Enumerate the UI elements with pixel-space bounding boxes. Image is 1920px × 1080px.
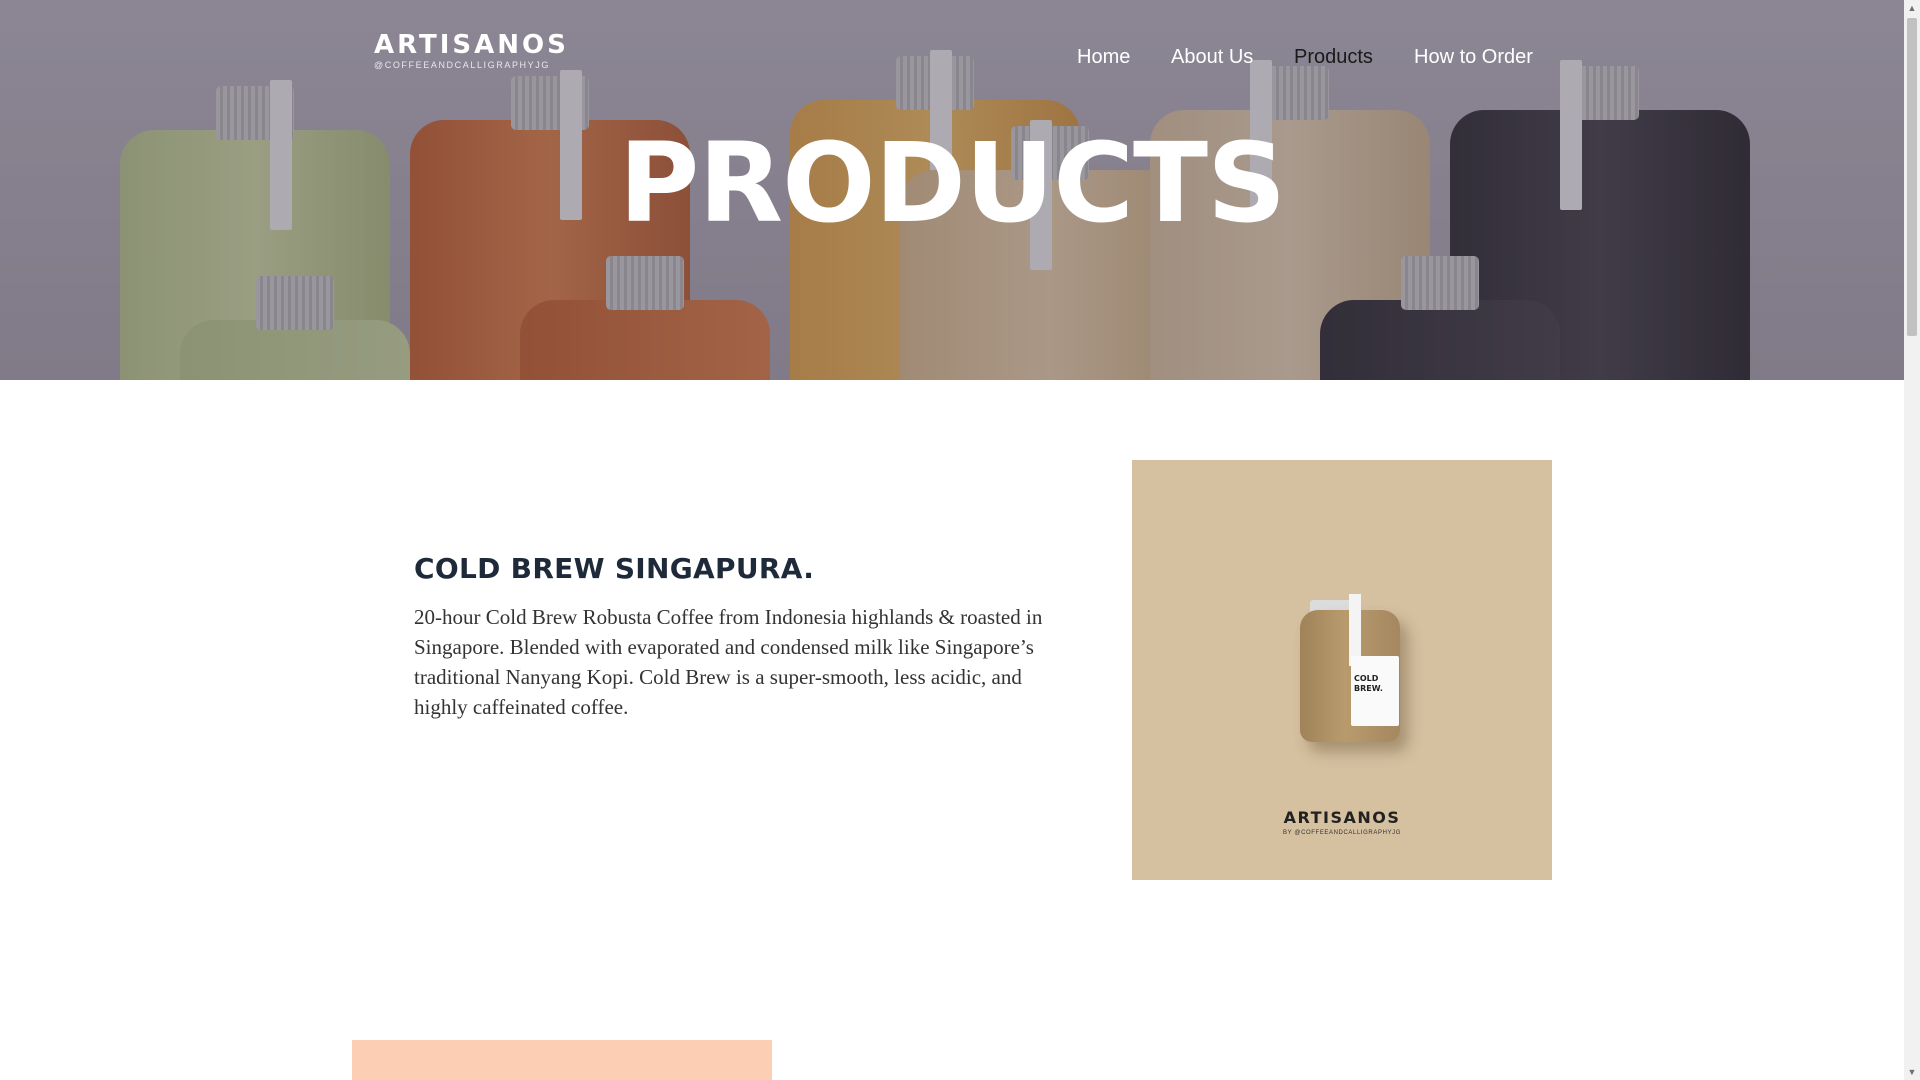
logo-wordmark: ARTISANOS <box>374 30 569 60</box>
image-brand-handle: BY @COFFEEANDCALLIGRAPHYJG <box>1283 830 1401 836</box>
hero-banner: ARTISANOS @COFFEEANDCALLIGRAPHYJG Home A… <box>0 0 1904 380</box>
scroll-up-icon[interactable]: ▲ <box>1904 0 1920 16</box>
product-image: COLD BREW. ARTISANOS BY @COFFEEANDCALLIG… <box>1132 460 1552 880</box>
scroll-down-icon[interactable]: ▼ <box>1904 1064 1920 1080</box>
site-logo[interactable]: ARTISANOS @COFFEEANDCALLIGRAPHYJG <box>374 31 569 71</box>
logo-handle: @COFFEEANDCALLIGRAPHYJG <box>374 60 550 70</box>
page-scrollbar[interactable]: ▲ ▼ <box>1904 0 1920 1080</box>
nav-products[interactable]: Products <box>1294 45 1373 69</box>
image-brand: ARTISANOS <box>1283 808 1401 827</box>
next-product-image <box>352 1040 772 1080</box>
bottle-label-text: COLD BREW. <box>1354 674 1383 693</box>
nav-about-us[interactable]: About Us <box>1171 45 1253 69</box>
product-title: COLD BREW SINGAPURA. <box>414 552 815 585</box>
nav-how-to-order[interactable]: How to Order <box>1414 45 1533 69</box>
nav-home[interactable]: Home <box>1077 45 1130 69</box>
scroll-thumb[interactable] <box>1907 18 1917 336</box>
page-title: PRODUCTS <box>618 119 1286 247</box>
product-description: 20-hour Cold Brew Robusta Coffee from In… <box>414 605 1043 719</box>
